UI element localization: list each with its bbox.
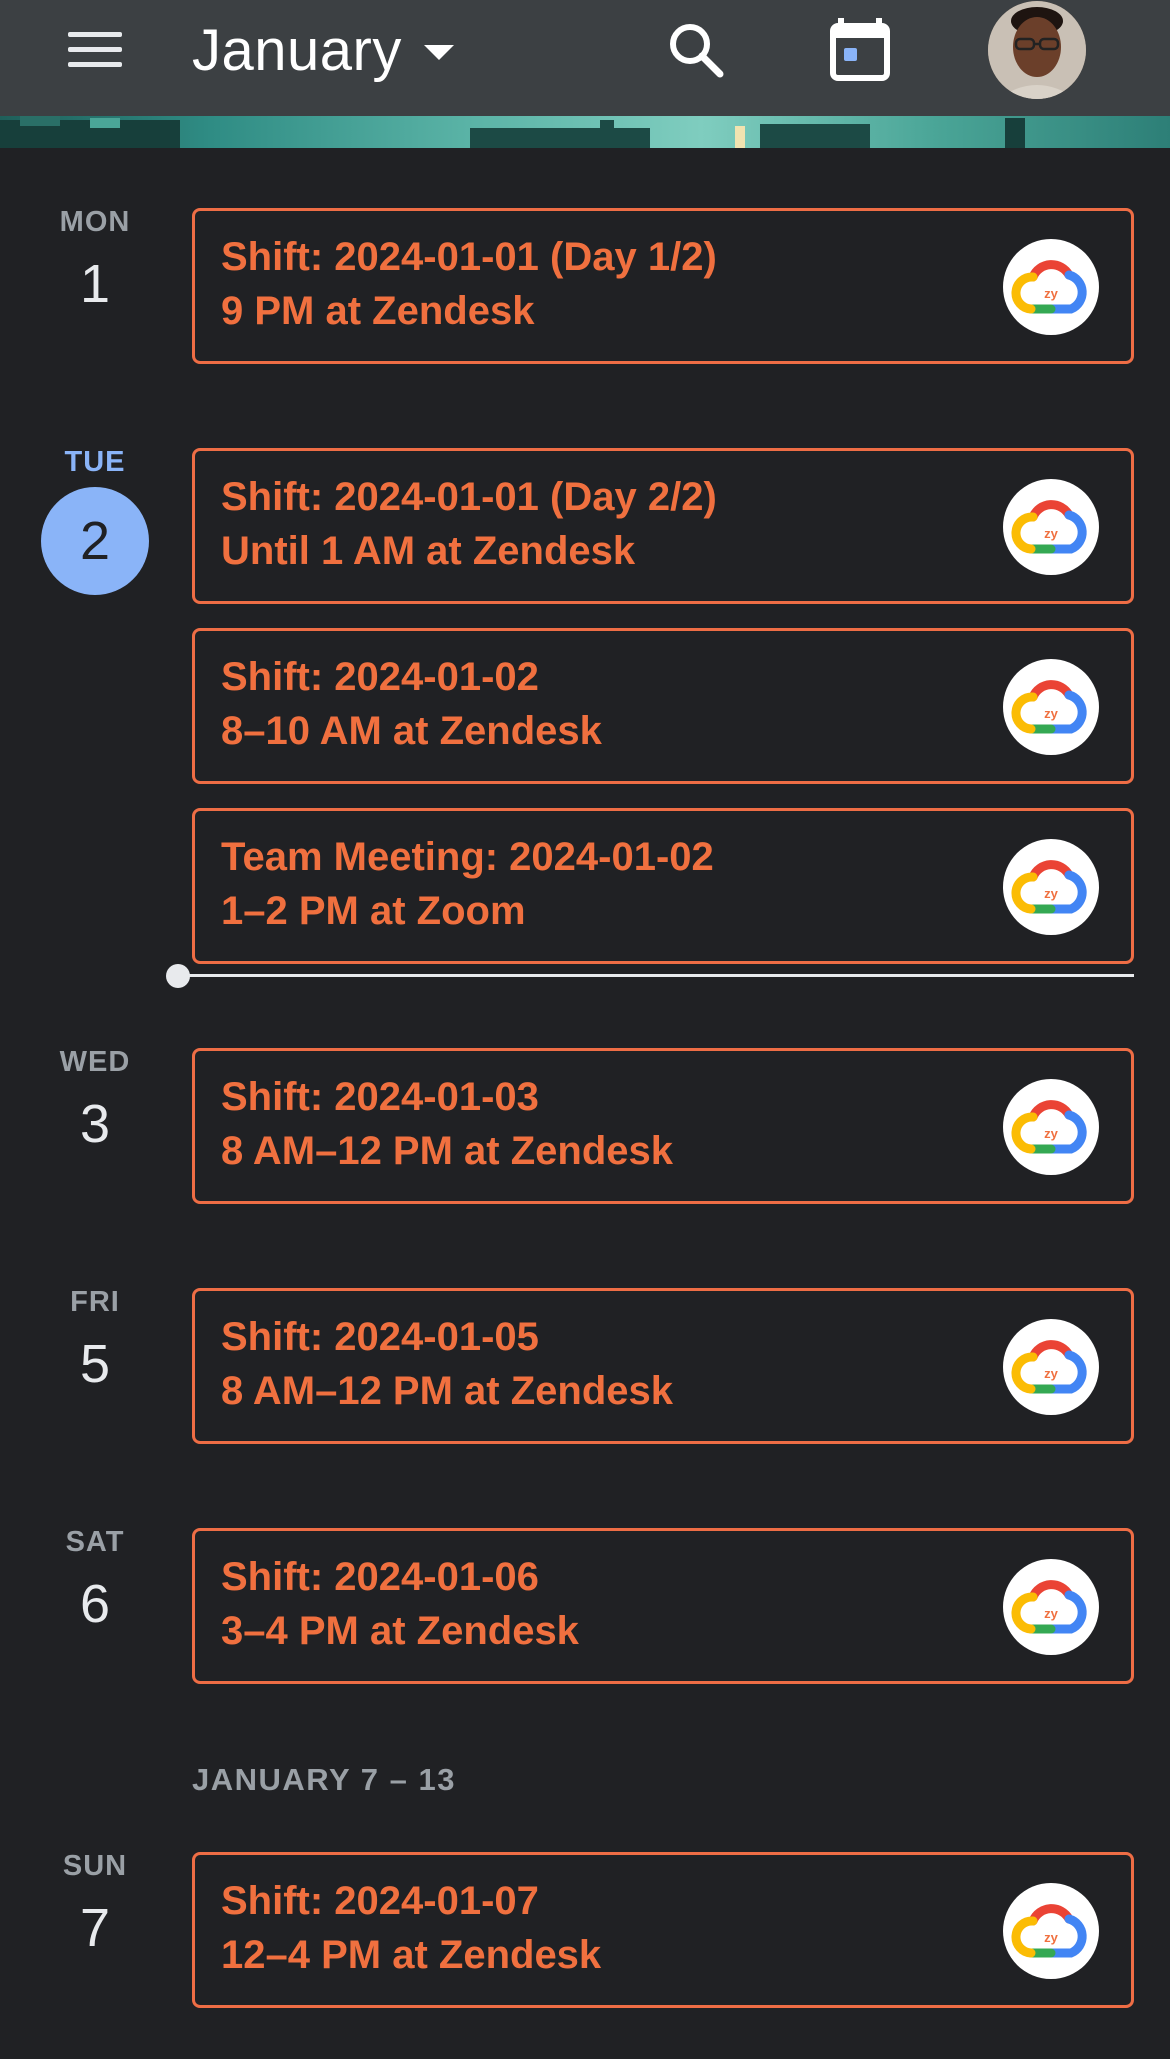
google-cloud-zy-logo-icon: zy <box>1003 1559 1099 1655</box>
event-title: Shift: 2024-01-01 (Day 2/2) <box>221 475 717 519</box>
event-card[interactable]: Team Meeting: 2024-01-02 1–2 PM at Zoom … <box>192 808 1134 964</box>
svg-text:zy: zy <box>1044 1126 1059 1141</box>
event-title: Shift: 2024-01-03 <box>221 1075 539 1119</box>
event-card[interactable]: Shift: 2024-01-03 8 AM–12 PM at Zendesk … <box>192 1048 1134 1204</box>
event-title: Shift: 2024-01-02 <box>221 655 539 699</box>
svg-text:zy: zy <box>1044 1606 1059 1621</box>
day-of-week: MON <box>59 206 131 238</box>
day-label-sun-7[interactable]: SUN 7 <box>0 1850 190 1959</box>
day-label-mon-1[interactable]: MON 1 <box>0 206 190 315</box>
event-card[interactable]: Shift: 2024-01-01 (Day 2/2) Until 1 AM a… <box>192 448 1134 604</box>
event-time-location: 8 AM–12 PM at Zendesk <box>221 1369 674 1413</box>
day-label-sat-6[interactable]: SAT 6 <box>0 1526 190 1635</box>
current-time-indicator <box>166 964 1134 988</box>
day-label-fri-5[interactable]: FRI 5 <box>0 1286 190 1395</box>
day-number: 1 <box>79 254 111 314</box>
svg-text:zy: zy <box>1044 886 1059 901</box>
header-banner-illustration <box>0 116 1170 148</box>
day-number: 6 <box>79 1574 111 1634</box>
event-time-location: 8 AM–12 PM at Zendesk <box>221 1129 674 1173</box>
google-cloud-zy-logo-icon: zy <box>1003 239 1099 335</box>
event-time-location: 9 PM at Zendesk <box>221 289 535 333</box>
user-avatar[interactable] <box>988 1 1086 99</box>
event-title: Shift: 2024-01-01 (Day 1/2) <box>221 235 717 279</box>
event-card[interactable]: Shift: 2024-01-02 8–10 AM at Zendesk zy <box>192 628 1134 784</box>
google-cloud-zy-logo-icon: zy <box>1003 1079 1099 1175</box>
month-picker[interactable]: January <box>192 10 454 90</box>
today-indicator: 2 <box>41 487 149 595</box>
event-card[interactable]: Shift: 2024-01-01 (Day 1/2) 9 PM at Zend… <box>192 208 1134 364</box>
svg-text:zy: zy <box>1044 1930 1059 1945</box>
day-number: 3 <box>79 1094 111 1154</box>
day-of-week: WED <box>59 1046 131 1078</box>
event-title: Shift: 2024-01-05 <box>221 1315 539 1359</box>
day-number: 7 <box>79 1898 111 1958</box>
event-time-location: Until 1 AM at Zendesk <box>221 529 636 573</box>
week-range-header: JANUARY 7 – 13 <box>192 1762 456 1797</box>
google-cloud-zy-logo-icon: zy <box>1003 839 1099 935</box>
event-time-location: 12–4 PM at Zendesk <box>221 1933 602 1977</box>
day-of-week: FRI <box>70 1286 120 1318</box>
svg-text:zy: zy <box>1044 526 1059 541</box>
month-title: January <box>192 17 402 83</box>
event-title: Team Meeting: 2024-01-02 <box>221 835 714 879</box>
event-card[interactable]: Shift: 2024-01-05 8 AM–12 PM at Zendesk … <box>192 1288 1134 1444</box>
svg-text:zy: zy <box>1044 286 1059 301</box>
svg-text:zy: zy <box>1044 706 1059 721</box>
current-time-line <box>178 974 1134 977</box>
top-app-bar: January <box>0 0 1170 116</box>
event-title: Shift: 2024-01-07 <box>221 1879 539 1923</box>
event-title: Shift: 2024-01-06 <box>221 1555 539 1599</box>
hamburger-menu-icon[interactable] <box>62 26 126 74</box>
google-cloud-zy-logo-icon: zy <box>1003 479 1099 575</box>
event-time-location: 8–10 AM at Zendesk <box>221 709 602 753</box>
google-cloud-zy-logo-icon: zy <box>1003 659 1099 755</box>
day-label-wed-3[interactable]: WED 3 <box>0 1046 190 1155</box>
calendar-today-icon[interactable] <box>828 14 892 84</box>
svg-text:zy: zy <box>1044 1366 1059 1381</box>
event-time-location: 3–4 PM at Zendesk <box>221 1609 579 1653</box>
search-icon[interactable] <box>664 18 728 82</box>
caret-down-icon <box>423 44 454 60</box>
event-card[interactable]: Shift: 2024-01-07 12–4 PM at Zendesk zy <box>192 1852 1134 2008</box>
event-card[interactable]: Shift: 2024-01-06 3–4 PM at Zendesk zy <box>192 1528 1134 1684</box>
day-of-week: SAT <box>65 1526 125 1558</box>
day-number: 5 <box>79 1334 111 1394</box>
google-cloud-zy-logo-icon: zy <box>1003 1319 1099 1415</box>
event-time-location: 1–2 PM at Zoom <box>221 889 526 933</box>
day-label-tue-2-today[interactable]: TUE 2 <box>0 446 190 595</box>
day-of-week: SUN <box>62 1850 128 1882</box>
google-cloud-zy-logo-icon: zy <box>1003 1883 1099 1979</box>
day-of-week: TUE <box>64 446 126 478</box>
